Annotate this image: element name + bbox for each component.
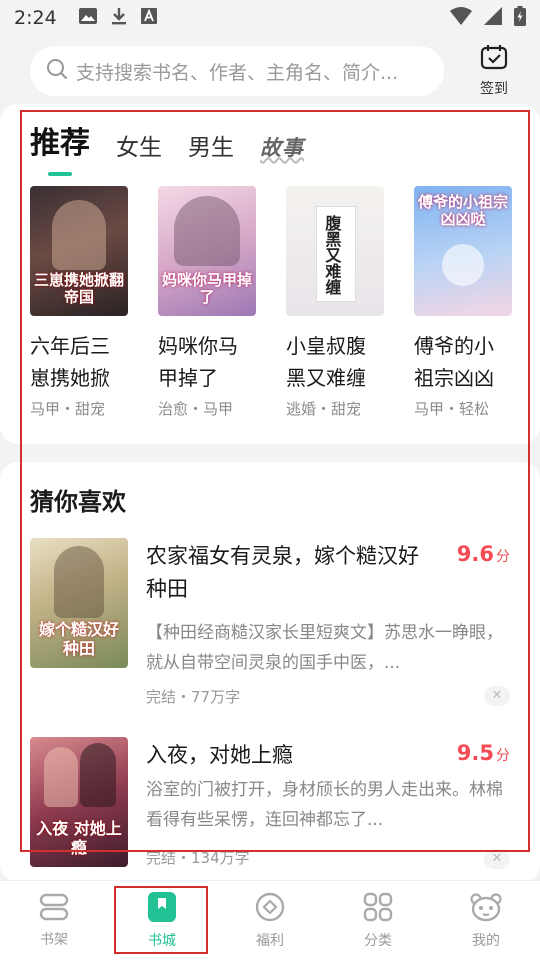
status-time: 2:24 bbox=[14, 7, 57, 29]
cover-text: 三崽携她掀翻帝国 bbox=[34, 270, 125, 306]
tab-recommend[interactable]: 推荐 bbox=[30, 118, 90, 176]
book-cover: 入夜 对她上瘾 bbox=[30, 737, 128, 867]
bookshelf-icon bbox=[39, 893, 69, 925]
book-title: 傅爷的小祖宗凶凶 bbox=[414, 334, 494, 390]
profile-icon bbox=[470, 892, 502, 926]
score-value: 9.6 bbox=[456, 542, 494, 566]
book-card[interactable]: 腹黑又难缠 小皇叔腹黑又难缠 逃婚・甜宠 bbox=[286, 186, 384, 419]
nav-label: 书城 bbox=[148, 932, 176, 949]
tab-female[interactable]: 女生 bbox=[116, 128, 162, 162]
cover-text: 入夜 对她上瘾 bbox=[36, 819, 122, 857]
book-cover: 三崽携她掀翻帝国 bbox=[30, 186, 128, 316]
book-meta: 完结・134万字 bbox=[146, 849, 250, 867]
section-title: 猜你喜欢 bbox=[30, 488, 126, 516]
book-tags: 马甲・轻松 bbox=[414, 400, 490, 418]
book-cover: 嫁个糙汉好种田 bbox=[30, 538, 128, 668]
tab-bar: 推荐 女生 男生 故事 bbox=[30, 114, 304, 176]
book-card[interactable]: 傅爷的小祖宗凶凶哒 傅爷的小祖宗凶凶 马甲・轻松 bbox=[414, 186, 512, 419]
cover-text: 腹黑又难缠 bbox=[322, 215, 342, 295]
list-item[interactable]: 入夜 对她上瘾 入夜，对她上瘾 9.5 分 浴室的门被打开，身材颀长的男人走出来。… bbox=[30, 737, 512, 882]
battery-icon bbox=[514, 6, 526, 30]
book-description: 浴室的门被打开，身材颀长的男人走出来。林棉看得有些呆愣，连回神都忘了... bbox=[146, 780, 503, 830]
search-input[interactable]: 支持搜索书名、作者、主角名、简介... bbox=[30, 46, 444, 96]
book-title: 农家福女有灵泉，嫁个糙汉好种田 bbox=[146, 544, 419, 601]
cover-text: 嫁个糙汉好种田 bbox=[38, 620, 119, 658]
guess-section: 猜你喜欢 嫁个糙汉好种田 农家福女有灵泉，嫁个糙汉好种田 9.6 分 【种田经商糙… bbox=[0, 462, 540, 882]
book-cover: 腹黑又难缠 bbox=[286, 186, 384, 316]
score: 9.5 分 bbox=[457, 741, 510, 765]
book-cover: 傅爷的小祖宗凶凶哒 bbox=[414, 186, 512, 316]
book-tags: 马甲・甜宠 bbox=[30, 400, 106, 418]
book-title: 六年后三崽携她掀 bbox=[30, 334, 110, 390]
book-description: 【种田经商糙汉家长里短爽文】苏思水一睁眼，就从自带空间灵泉的国手中医，... bbox=[146, 623, 503, 673]
book-cover: 妈咪你马甲掉了 bbox=[158, 186, 256, 316]
download-icon bbox=[111, 7, 127, 29]
book-title: 入夜，对她上瘾 bbox=[146, 743, 293, 767]
book-row: 三崽携她掀翻帝国 六年后三崽携她掀 马甲・甜宠 妈咪你马甲掉了 妈咪你马甲掉了 … bbox=[30, 186, 512, 419]
nav-label: 我的 bbox=[472, 932, 500, 949]
status-bar: 2:24 bbox=[0, 0, 540, 36]
score-unit: 分 bbox=[496, 748, 510, 764]
category-icon bbox=[363, 892, 393, 926]
cover-text: 傅爷的小祖宗凶凶哒 bbox=[418, 193, 509, 229]
book-card[interactable]: 三崽携她掀翻帝国 六年后三崽携她掀 马甲・甜宠 bbox=[30, 186, 128, 419]
tab-indicator bbox=[48, 172, 72, 176]
dismiss-button[interactable]: ✕ bbox=[484, 849, 510, 869]
nav-profile[interactable]: 我的 bbox=[432, 881, 540, 960]
font-icon bbox=[140, 8, 157, 28]
checkin-label: 签到 bbox=[480, 81, 508, 97]
nav-welfare[interactable]: 福利 bbox=[216, 881, 324, 960]
nav-bookstore[interactable]: 书城 bbox=[108, 881, 216, 960]
tab-label: 推荐 bbox=[30, 126, 90, 161]
dismiss-button[interactable]: ✕ bbox=[484, 686, 510, 706]
tab-story[interactable]: 故事 bbox=[260, 132, 304, 162]
book-tags: 逃婚・甜宠 bbox=[286, 400, 362, 418]
checkin-button[interactable]: 签到 bbox=[470, 44, 518, 98]
bottom-nav: 书架 书城 福利 分类 我的 bbox=[0, 880, 540, 960]
book-title: 妈咪你马甲掉了 bbox=[158, 334, 238, 390]
search-icon bbox=[46, 58, 68, 84]
welfare-icon bbox=[255, 892, 285, 926]
signal-icon bbox=[484, 7, 502, 29]
cover-text: 妈咪你马甲掉了 bbox=[162, 270, 253, 306]
nav-bookshelf[interactable]: 书架 bbox=[0, 881, 108, 960]
wifi-icon bbox=[450, 7, 472, 29]
score-value: 9.5 bbox=[456, 741, 494, 765]
close-icon: ✕ bbox=[491, 688, 503, 703]
search-placeholder: 支持搜索书名、作者、主角名、简介... bbox=[76, 61, 399, 84]
calendar-check-icon bbox=[480, 44, 508, 74]
gallery-icon bbox=[78, 8, 97, 28]
bookstore-icon bbox=[148, 891, 176, 926]
score-unit: 分 bbox=[496, 549, 510, 565]
book-meta: 完结・77万字 bbox=[146, 688, 241, 706]
nav-label: 福利 bbox=[256, 932, 284, 949]
close-icon: ✕ bbox=[491, 851, 503, 866]
book-card[interactable]: 妈咪你马甲掉了 妈咪你马甲掉了 治愈・马甲 bbox=[158, 186, 256, 419]
score: 9.6 分 bbox=[457, 542, 510, 566]
header: 支持搜索书名、作者、主角名、简介... 签到 bbox=[0, 36, 540, 106]
nav-label: 分类 bbox=[364, 932, 392, 949]
tab-male[interactable]: 男生 bbox=[188, 128, 234, 162]
recommend-section: 推荐 女生 男生 故事 三崽携她掀翻帝国 六年后三崽携她掀 马甲・甜宠 妈咪你马… bbox=[0, 104, 540, 444]
list-item[interactable]: 嫁个糙汉好种田 农家福女有灵泉，嫁个糙汉好种田 9.6 分 【种田经商糙汉家长里短… bbox=[30, 538, 512, 718]
nav-label: 书架 bbox=[40, 931, 68, 948]
book-title: 小皇叔腹黑又难缠 bbox=[286, 334, 366, 390]
nav-category[interactable]: 分类 bbox=[324, 881, 432, 960]
book-tags: 治愈・马甲 bbox=[158, 400, 234, 418]
